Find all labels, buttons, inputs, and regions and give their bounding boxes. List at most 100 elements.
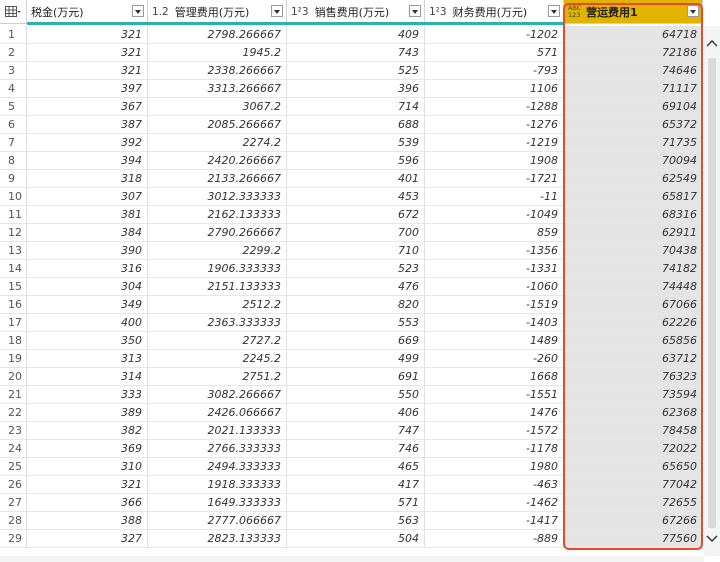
table-cell[interactable]: 743 [287,44,425,62]
table-cell[interactable]: 367 [27,98,148,116]
table-cell[interactable]: 71117 [564,80,703,98]
table-row[interactable]: 1 321 2798.266667 409 -1202 64718 [0,26,703,44]
table-cell[interactable]: 77042 [564,476,703,494]
table-cell[interactable]: 72186 [564,44,703,62]
table-cell[interactable]: -11 [425,188,564,206]
table-cell[interactable]: 669 [287,332,425,350]
table-cell[interactable]: 2420.266667 [148,152,287,170]
table-row[interactable]: 24 369 2766.333333 746 -1178 72022 [0,440,703,458]
table-cell[interactable]: 67266 [564,512,703,530]
table-cell[interactable]: 77560 [564,530,703,548]
table-cell[interactable]: 1649.333333 [148,494,287,512]
table-cell[interactable]: 321 [27,44,148,62]
table-cell[interactable]: 65650 [564,458,703,476]
table-cell[interactable]: 672 [287,206,425,224]
table-cell[interactable]: 2274.2 [148,134,287,152]
table-row[interactable]: 15 304 2151.133333 476 -1060 74448 [0,278,703,296]
table-cell[interactable]: 2823.133333 [148,530,287,548]
table-cell[interactable]: 2021.133333 [148,422,287,440]
table-row[interactable]: 13 390 2299.2 710 -1356 70438 [0,242,703,260]
column-header-sales-cost[interactable]: 1²3 销售费用(万元) [287,0,425,24]
table-cell[interactable]: 2299.2 [148,242,287,260]
table-cell[interactable]: 65817 [564,188,703,206]
table-cell[interactable]: 691 [287,368,425,386]
integer-type-icon[interactable]: 1²3 [429,6,447,18]
table-cell[interactable]: -889 [425,530,564,548]
table-cell[interactable]: -1219 [425,134,564,152]
table-row[interactable]: 5 367 3067.2 714 -1288 69104 [0,98,703,116]
table-cell[interactable]: 396 [287,80,425,98]
table-cell[interactable]: 387 [27,116,148,134]
integer-type-icon[interactable]: 1²3 [291,6,309,18]
table-cell[interactable]: -1331 [425,260,564,278]
table-cell[interactable]: 73594 [564,386,703,404]
table-cell[interactable]: 1489 [425,332,564,350]
table-cell[interactable]: 539 [287,134,425,152]
table-cell[interactable]: 392 [27,134,148,152]
table-row[interactable]: 12 384 2790.266667 700 859 62911 [0,224,703,242]
table-cell[interactable]: 465 [287,458,425,476]
table-cell[interactable]: 2338.266667 [148,62,287,80]
table-cell[interactable]: 74448 [564,278,703,296]
table-cell[interactable]: 2085.266667 [148,116,287,134]
table-cell[interactable]: -1356 [425,242,564,260]
table-row[interactable]: 4 397 3313.266667 396 1106 71117 [0,80,703,98]
table-cell[interactable]: 2162.133333 [148,206,287,224]
table-cell[interactable]: 2790.266667 [148,224,287,242]
table-row[interactable]: 8 394 2420.266667 596 1908 70094 [0,152,703,170]
table-cell[interactable]: 453 [287,188,425,206]
table-cell[interactable]: 64718 [564,26,703,44]
table-cell[interactable]: 313 [27,350,148,368]
table-row[interactable]: 25 310 2494.333333 465 1980 65650 [0,458,703,476]
table-cell[interactable]: 1668 [425,368,564,386]
table-menu-button[interactable] [0,0,27,24]
table-cell[interactable]: 62911 [564,224,703,242]
column-header-operating-cost[interactable]: ABC 123 营运费用1 [564,0,703,24]
table-cell[interactable]: 1945.2 [148,44,287,62]
table-cell[interactable]: 523 [287,260,425,278]
table-row[interactable]: 7 392 2274.2 539 -1219 71735 [0,134,703,152]
table-row[interactable]: 11 381 2162.133333 672 -1049 68316 [0,206,703,224]
table-cell[interactable]: 409 [287,26,425,44]
table-cell[interactable]: 382 [27,422,148,440]
table-cell[interactable]: -463 [425,476,564,494]
column-header-tax[interactable]: 税金(万元) [27,0,148,24]
table-row[interactable]: 10 307 3012.333333 453 -11 65817 [0,188,703,206]
table-cell[interactable]: 72655 [564,494,703,512]
table-row[interactable]: 2 321 1945.2 743 571 72186 [0,44,703,62]
table-cell[interactable]: 349 [27,296,148,314]
table-cell[interactable]: 65856 [564,332,703,350]
table-cell[interactable]: 307 [27,188,148,206]
table-row[interactable]: 23 382 2021.133333 747 -1572 78458 [0,422,703,440]
table-cell[interactable]: 406 [287,404,425,422]
table-cell[interactable]: 314 [27,368,148,386]
table-cell[interactable]: 499 [287,350,425,368]
table-cell[interactable]: 389 [27,404,148,422]
table-cell[interactable]: 390 [27,242,148,260]
table-cell[interactable]: -1721 [425,170,564,188]
filter-dropdown-icon[interactable] [409,5,421,17]
table-cell[interactable]: 3313.266667 [148,80,287,98]
table-row[interactable]: 9 318 2133.266667 401 -1721 62549 [0,170,703,188]
table-cell[interactable]: 2766.333333 [148,440,287,458]
table-cell[interactable]: 700 [287,224,425,242]
filter-dropdown-icon[interactable] [687,5,699,17]
table-cell[interactable]: 62368 [564,404,703,422]
filter-dropdown-icon[interactable] [132,5,144,17]
table-cell[interactable]: 3012.333333 [148,188,287,206]
table-cell[interactable]: 2151.133333 [148,278,287,296]
table-cell[interactable]: 820 [287,296,425,314]
table-cell[interactable]: 1906.333333 [148,260,287,278]
table-cell[interactable]: 1918.333333 [148,476,287,494]
table-cell[interactable]: 366 [27,494,148,512]
table-cell[interactable]: 525 [287,62,425,80]
table-cell[interactable]: -1178 [425,440,564,458]
table-row[interactable]: 6 387 2085.266667 688 -1276 65372 [0,116,703,134]
table-cell[interactable]: -1202 [425,26,564,44]
table-cell[interactable]: 746 [287,440,425,458]
table-row[interactable]: 3 321 2338.266667 525 -793 74646 [0,62,703,80]
table-cell[interactable]: 70094 [564,152,703,170]
table-row[interactable]: 17 400 2363.333333 553 -1403 62226 [0,314,703,332]
table-cell[interactable]: 74646 [564,62,703,80]
table-cell[interactable]: 68316 [564,206,703,224]
